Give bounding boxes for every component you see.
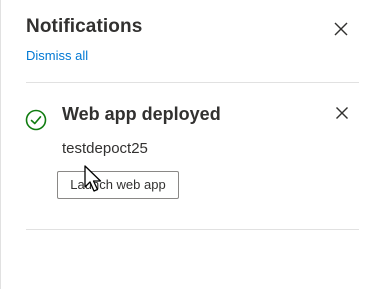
- success-check-icon: [25, 109, 47, 131]
- close-icon[interactable]: [332, 20, 350, 38]
- close-icon[interactable]: [334, 105, 350, 121]
- notification-title: Web app deployed: [62, 104, 221, 124]
- divider: [26, 229, 359, 230]
- panel-title: Notifications: [26, 16, 143, 37]
- dismiss-all-link[interactable]: Dismiss all: [26, 48, 88, 63]
- notification-item: Web app deployed testdepoct25 Launch web…: [0, 83, 375, 229]
- launch-web-app-button[interactable]: Launch web app: [57, 171, 179, 199]
- notification-body: testdepoct25: [62, 140, 148, 157]
